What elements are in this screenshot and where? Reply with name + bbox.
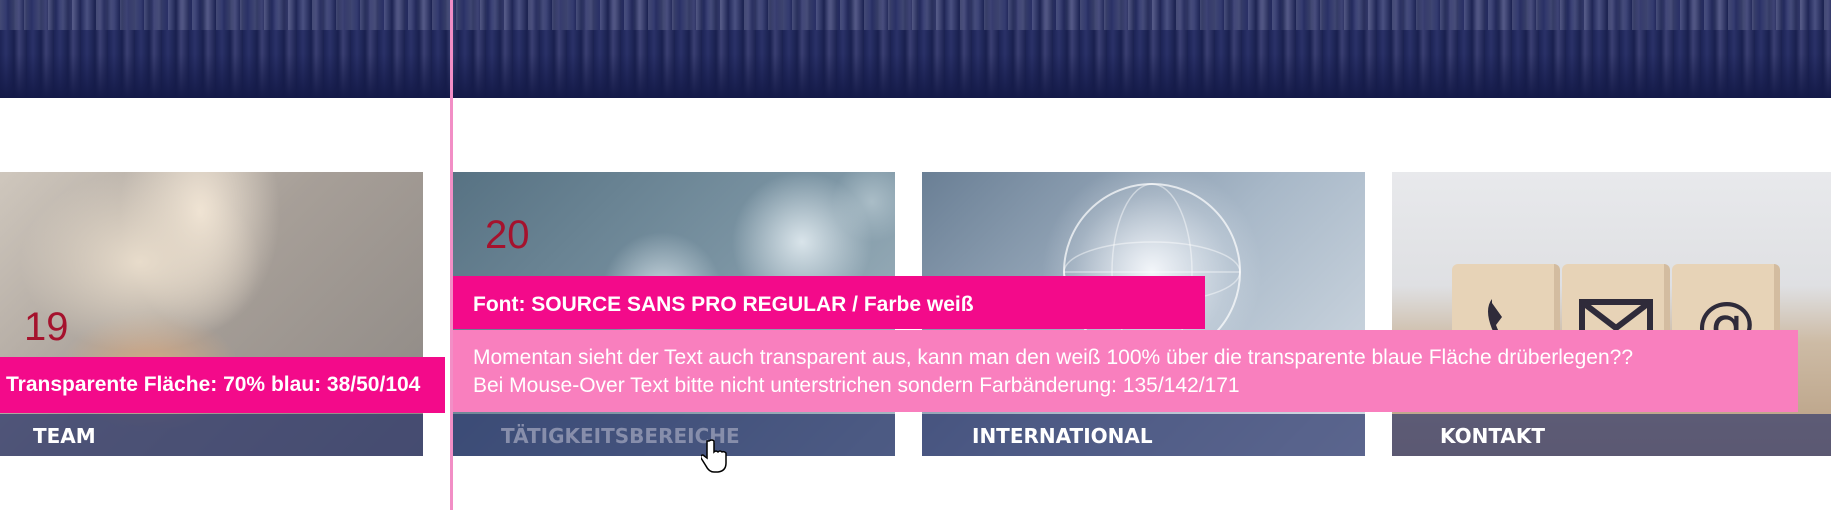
page: TEAM TÄTIGKEITSBEREICHE INTERNATIONAL @ …	[0, 0, 1831, 510]
hand-pointer-icon	[701, 439, 727, 473]
annotation-font: Font: SOURCE SANS PRO REGULAR / Farbe we…	[453, 276, 1205, 329]
hero-banner	[0, 0, 1831, 98]
tile-label-international[interactable]: INTERNATIONAL	[972, 424, 1153, 448]
annotation-text-note: Momentan sieht der Text auch transparent…	[453, 330, 1798, 412]
annotation-transparent-area: Transparente Fläche: 70% blau: 38/50/104	[0, 357, 445, 413]
tile-label-team[interactable]: TEAM	[33, 424, 96, 448]
tile-kontakt[interactable]: @ KONTAKT	[1392, 172, 1831, 456]
guide-line	[450, 0, 453, 510]
annotation-number-20: 20	[485, 213, 530, 257]
annotation-text-note-line2: Bei Mouse-Over Text bitte nicht unterstr…	[473, 374, 1240, 397]
tile-label-kontakt[interactable]: KONTAKT	[1440, 424, 1545, 448]
annotation-text-note-line1: Momentan sieht der Text auch transparent…	[473, 346, 1634, 369]
annotation-number-19: 19	[24, 305, 69, 349]
